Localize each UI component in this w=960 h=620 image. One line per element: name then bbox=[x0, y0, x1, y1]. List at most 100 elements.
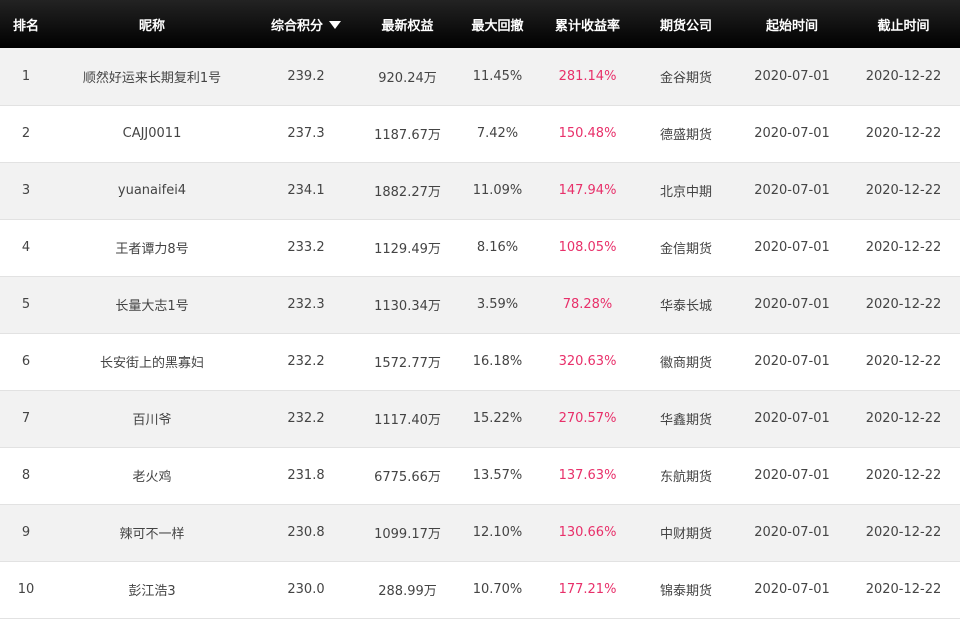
table-row: 7 百川爷 232.2 1117.40万 15.22% 270.57% 华鑫期货… bbox=[0, 390, 960, 447]
cell-start: 2020-07-01 bbox=[754, 411, 830, 426]
cell-start: 2020-07-01 bbox=[754, 240, 830, 255]
cell-equity: 6775.66万 bbox=[374, 470, 441, 485]
cell-nickname[interactable]: 百川爷 bbox=[52, 390, 252, 447]
cell-nickname[interactable]: 长量大志1号 bbox=[52, 276, 252, 333]
cell-score: 239.2 bbox=[287, 68, 325, 84]
cell-company: 金谷期货 bbox=[659, 70, 712, 86]
cell-drawdown: 11.45% bbox=[472, 68, 523, 84]
table-row: 9 辣可不一样 230.8 1099.17万 12.10% 130.66% 中财… bbox=[0, 504, 960, 561]
cell-return: 320.63% bbox=[558, 354, 617, 369]
cell-end: 2020-12-22 bbox=[865, 582, 942, 597]
cell-score: 232.2 bbox=[287, 354, 325, 369]
cell-start: 2020-07-01 bbox=[754, 297, 830, 312]
cell-end: 2020-12-22 bbox=[865, 240, 942, 255]
cell-drawdown: 13.57% bbox=[472, 468, 523, 483]
cell-nickname[interactable]: CAJJ0011 bbox=[52, 105, 252, 162]
cell-return: 137.63% bbox=[558, 468, 617, 483]
header-equity[interactable]: 最新权益 bbox=[360, 0, 455, 48]
cell-equity: 1882.27万 bbox=[374, 185, 441, 200]
cell-nickname[interactable]: 辣可不一样 bbox=[52, 504, 252, 561]
header-company[interactable]: 期货公司 bbox=[635, 0, 737, 48]
cell-return: 130.66% bbox=[558, 525, 617, 540]
cell-score: 233.2 bbox=[287, 240, 325, 255]
table-body: 1 顺然好运来长期复利1号 239.2 920.24万 11.45% 281.1… bbox=[0, 48, 960, 618]
cell-return: 108.05% bbox=[558, 240, 617, 255]
cell-start: 2020-07-01 bbox=[754, 126, 830, 141]
cell-start: 2020-07-01 bbox=[754, 354, 830, 369]
cell-end: 2020-12-22 bbox=[865, 297, 942, 312]
cell-rank: 1 bbox=[21, 68, 31, 84]
cell-score: 231.8 bbox=[287, 468, 325, 483]
cell-start: 2020-07-01 bbox=[754, 525, 830, 540]
cell-score: 230.8 bbox=[287, 525, 325, 540]
cell-return: 150.48% bbox=[558, 126, 617, 141]
header-return[interactable]: 累计收益率 bbox=[540, 0, 635, 48]
cell-company: 东航期货 bbox=[659, 470, 712, 485]
cell-equity: 1099.17万 bbox=[374, 527, 441, 542]
cell-rank: 7 bbox=[21, 411, 31, 426]
cell-drawdown: 7.42% bbox=[476, 126, 519, 141]
table-row: 4 王者谭力8号 233.2 1129.49万 8.16% 108.05% 金信… bbox=[0, 219, 960, 276]
table-row: 10 彭江浩3 230.0 288.99万 10.70% 177.21% 锦泰期… bbox=[0, 561, 960, 618]
cell-company: 北京中期 bbox=[659, 185, 712, 200]
cell-company: 金信期货 bbox=[659, 242, 712, 257]
header-start[interactable]: 起始时间 bbox=[737, 0, 847, 48]
cell-rank: 3 bbox=[21, 183, 31, 198]
cell-score: 230.0 bbox=[287, 582, 325, 597]
table-row: 8 老火鸡 231.8 6775.66万 13.57% 137.63% 东航期货… bbox=[0, 447, 960, 504]
cell-equity: 1572.77万 bbox=[374, 356, 441, 371]
cell-nickname[interactable]: 老火鸡 bbox=[52, 447, 252, 504]
cell-return: 281.14% bbox=[558, 68, 617, 84]
header-end[interactable]: 截止时间 bbox=[847, 0, 960, 48]
cell-company: 锦泰期货 bbox=[659, 584, 712, 599]
header-score[interactable]: 综合积分 bbox=[252, 0, 360, 48]
cell-end: 2020-12-22 bbox=[865, 126, 942, 141]
cell-score: 234.1 bbox=[287, 183, 325, 198]
sort-desc-icon[interactable] bbox=[329, 21, 341, 29]
cell-company: 德盛期货 bbox=[659, 128, 712, 143]
cell-drawdown: 11.09% bbox=[472, 183, 523, 198]
cell-end: 2020-12-22 bbox=[865, 354, 942, 369]
table-row: 5 长量大志1号 232.3 1130.34万 3.59% 78.28% 华泰长… bbox=[0, 276, 960, 333]
cell-drawdown: 8.16% bbox=[476, 240, 519, 255]
cell-rank: 9 bbox=[21, 525, 31, 540]
cell-company: 华泰长城 bbox=[659, 299, 712, 314]
cell-rank: 10 bbox=[17, 582, 35, 597]
table-row: 1 顺然好运来长期复利1号 239.2 920.24万 11.45% 281.1… bbox=[0, 48, 960, 105]
cell-end: 2020-12-22 bbox=[865, 183, 942, 198]
cell-return: 147.94% bbox=[558, 183, 617, 198]
cell-equity: 1129.49万 bbox=[374, 242, 441, 257]
cell-nickname[interactable]: 彭江浩3 bbox=[52, 561, 252, 618]
cell-nickname[interactable]: yuanaifei4 bbox=[52, 162, 252, 219]
cell-return: 78.28% bbox=[562, 297, 613, 312]
table-row: 2 CAJJ0011 237.3 1187.67万 7.42% 150.48% … bbox=[0, 105, 960, 162]
cell-rank: 5 bbox=[21, 297, 31, 312]
cell-nickname[interactable]: 长安街上的黑寡妇 bbox=[52, 333, 252, 390]
header-rank[interactable]: 排名 bbox=[0, 0, 52, 48]
header-drawdown[interactable]: 最大回撤 bbox=[455, 0, 540, 48]
cell-equity: 920.24万 bbox=[378, 70, 437, 86]
cell-start: 2020-07-01 bbox=[754, 582, 830, 597]
cell-nickname[interactable]: 顺然好运来长期复利1号 bbox=[52, 48, 252, 105]
cell-start: 2020-07-01 bbox=[754, 468, 830, 483]
cell-end: 2020-12-22 bbox=[865, 468, 942, 483]
cell-company: 华鑫期货 bbox=[659, 413, 712, 428]
cell-return: 270.57% bbox=[558, 411, 617, 426]
cell-score: 237.3 bbox=[287, 126, 325, 141]
cell-company: 徽商期货 bbox=[659, 356, 712, 371]
cell-rank: 8 bbox=[21, 468, 31, 483]
table-row: 3 yuanaifei4 234.1 1882.27万 11.09% 147.9… bbox=[0, 162, 960, 219]
cell-nickname[interactable]: 王者谭力8号 bbox=[52, 219, 252, 276]
cell-rank: 2 bbox=[21, 126, 31, 141]
cell-drawdown: 15.22% bbox=[472, 411, 523, 426]
cell-rank: 4 bbox=[21, 240, 31, 255]
header-score-label: 综合积分 bbox=[270, 18, 323, 34]
header-nickname[interactable]: 昵称 bbox=[52, 0, 252, 48]
cell-equity: 288.99万 bbox=[378, 584, 437, 599]
cell-score: 232.3 bbox=[287, 297, 325, 312]
cell-equity: 1117.40万 bbox=[374, 413, 441, 428]
cell-equity: 1130.34万 bbox=[374, 299, 441, 314]
cell-end: 2020-12-22 bbox=[865, 525, 942, 540]
cell-rank: 6 bbox=[21, 354, 31, 369]
cell-end: 2020-12-22 bbox=[865, 411, 942, 426]
